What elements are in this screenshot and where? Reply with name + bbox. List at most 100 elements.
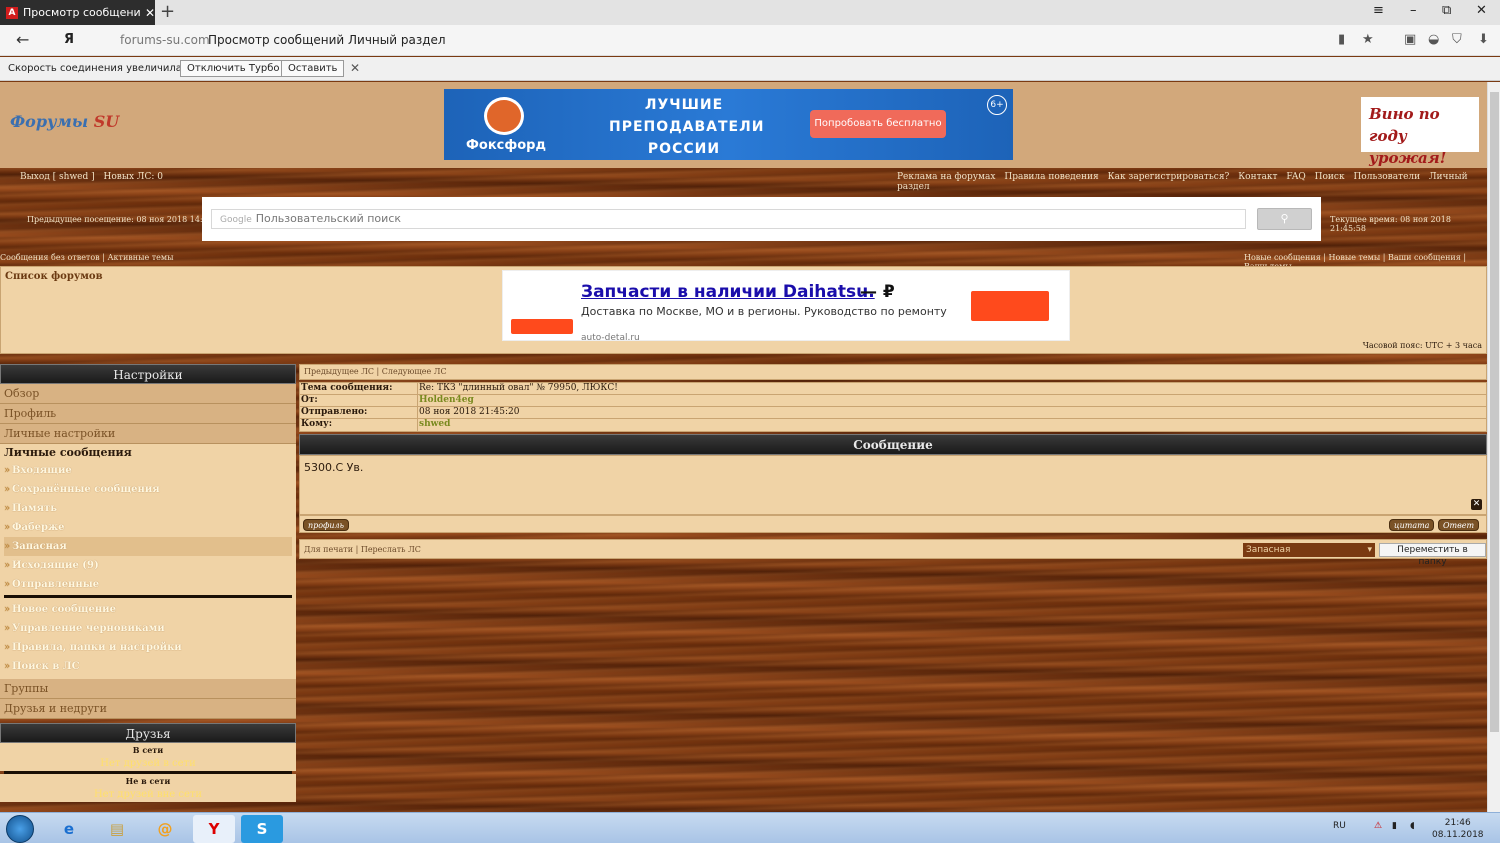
folder-faberge[interactable]: Фаберже (4, 518, 292, 537)
page-scrollbar[interactable] (1487, 82, 1500, 812)
reply-button[interactable]: Ответ (1438, 519, 1480, 531)
ie-icon[interactable]: e (48, 815, 90, 843)
friends-header: Друзья (0, 723, 296, 743)
folder-saved[interactable]: Сохранённые сообщения (4, 480, 292, 499)
restore-button[interactable]: ⧉ (1442, 3, 1451, 18)
sidebar-item-profile[interactable]: Профиль (0, 404, 296, 424)
friends-box: Друзья В сети Нет друзей в сети Не в сет… (0, 723, 296, 802)
pm-prev-next[interactable]: Предыдущее ЛС | Следующее ЛС (299, 364, 1487, 380)
folder-outbox[interactable]: Исходящие (9) (4, 556, 292, 575)
nav-contact[interactable]: Контакт (1238, 172, 1277, 182)
search-input[interactable]: Google Пользовательский поиск (211, 209, 1246, 229)
banner-headline: ЛУЧШИЕ ПРЕПОДАВАТЕЛИ РОССИИ (609, 94, 765, 160)
ucp-sidebar: Настройки Обзор Профиль Личные настройки… (0, 364, 296, 802)
scrollbar-thumb[interactable] (1490, 92, 1499, 732)
start-button[interactable] (6, 815, 34, 843)
browser-tab[interactable]: А Просмотр сообщений Л ✕ (0, 0, 155, 25)
infobar-close-icon[interactable]: ✕ (350, 61, 360, 75)
sidebar-item-prefs[interactable]: Личные настройки (0, 424, 296, 444)
pm-bottom-bar: Для печати | Переслать ЛС Запасная ▾ Пер… (299, 539, 1487, 567)
forum-index-link[interactable]: Список форумов (5, 271, 103, 282)
volume-icon[interactable]: ◖ (1410, 821, 1415, 831)
yandex-browser-icon[interactable]: Y (193, 815, 235, 843)
nav-register[interactable]: Как зарегистрироваться? (1108, 172, 1230, 182)
yandex-icon[interactable]: Я (64, 32, 74, 47)
ad-button[interactable] (971, 291, 1049, 321)
sidebar-item-groups[interactable]: Группы (0, 679, 296, 699)
delete-icon[interactable]: ✕ (1471, 499, 1482, 510)
sidebar-item-friends-foes[interactable]: Друзья и недруги (0, 699, 296, 719)
keep-turbo-button[interactable]: Оставить (281, 60, 345, 77)
bookmark-star-icon[interactable]: ★ (1362, 32, 1374, 47)
banner-cta-button[interactable]: Попробовать бесплатно (810, 110, 946, 138)
explorer-icon[interactable]: ▤ (96, 815, 138, 843)
to-user-link[interactable]: shwed (418, 419, 450, 431)
friends-offline: Не в сети Нет друзей вне сети (0, 774, 296, 802)
yandex-ad[interactable]: Запчасти в наличии Daihatsu. — ₽ Доставк… (502, 270, 1070, 343)
folder-select-value: Запасная (1246, 545, 1291, 555)
pm-search-link[interactable]: Поиск в ЛС (4, 657, 292, 676)
back-button[interactable]: ← (16, 30, 29, 49)
search-button[interactable]: ⚲ (1257, 208, 1312, 230)
site-logo[interactable]: Форумы SU (10, 112, 119, 131)
nav-users[interactable]: Пользователи (1353, 172, 1420, 182)
turbo-icon[interactable]: ◒ (1428, 32, 1439, 47)
signal-icon[interactable]: ▮ (1392, 821, 1397, 831)
settings-header: Настройки (0, 364, 296, 384)
minimize-button[interactable]: – (1410, 3, 1417, 18)
nav-faq[interactable]: FAQ (1286, 172, 1305, 182)
folder-inbox[interactable]: Входящие (4, 461, 292, 480)
close-window-button[interactable]: ✕ (1476, 3, 1487, 18)
chevron-down-icon: ▾ (1367, 545, 1372, 555)
nav-rules[interactable]: Правила поведения (1004, 172, 1098, 182)
banner-line-1: ЛУЧШИЕ (644, 97, 724, 113)
sidebar-item-overview[interactable]: Обзор (0, 384, 296, 404)
foxford-banner[interactable]: Фоксфорд ЛУЧШИЕ ПРЕПОДАВАТЕЛИ РОССИИ Поп… (444, 89, 1013, 160)
folder-reserve[interactable]: Запасная (4, 537, 292, 556)
folder-select[interactable]: Запасная ▾ (1243, 543, 1375, 557)
folder-sent[interactable]: Отправленные (4, 575, 292, 594)
profile-button[interactable]: профиль (303, 519, 349, 531)
turbo-infobar: Скорость соединения увеличилась. Отключи… (0, 57, 1500, 81)
folder-memory[interactable]: Память (4, 499, 292, 518)
system-clock[interactable]: 21:46 08.11.2018 (1432, 817, 1484, 841)
print-forward-links[interactable]: Для печати | Переслать ЛС (304, 545, 421, 554)
new-pm-link[interactable]: Новых ЛС: 0 (104, 172, 163, 182)
from-user-link[interactable]: Holden4eg (418, 395, 474, 406)
mail-icon[interactable]: @ (144, 815, 186, 843)
search-icon: ⚲ (1280, 212, 1289, 225)
skype-icon[interactable]: S (241, 815, 283, 843)
rules-folders-link[interactable]: Правила, папки и настройки (4, 638, 292, 657)
logout-link[interactable]: Выход [ shwed ] (20, 172, 95, 182)
disable-turbo-button[interactable]: Отключить Турбо (180, 60, 287, 77)
downloads-icon[interactable]: ⬇ (1478, 32, 1489, 47)
new-tab-button[interactable]: + (160, 2, 175, 22)
offline-none: Нет друзей вне сети (93, 789, 203, 800)
drafts-link[interactable]: Управление черновиками (4, 619, 292, 638)
last-visit: Предыдущее посещение: 08 ноя 2018 14:33:… (27, 215, 226, 224)
fox-logo-icon (484, 97, 524, 135)
wine-banner[interactable]: Вино по году урожая! (1361, 97, 1479, 167)
ad-headline[interactable]: Запчасти в наличии Daihatsu. (581, 282, 875, 302)
quote-button[interactable]: цитата (1389, 519, 1435, 531)
nav-search[interactable]: Поиск (1315, 172, 1345, 182)
tab-close-icon[interactable]: ✕ (145, 6, 155, 20)
wine-line-1: Вино по (1369, 105, 1440, 123)
language-indicator[interactable]: RU (1333, 821, 1346, 831)
move-to-folder-button[interactable]: Переместить в папку (1379, 543, 1486, 567)
adblock-shield-icon[interactable]: ⛉ (1452, 32, 1462, 47)
ad-url[interactable]: auto-detal.ru (581, 333, 640, 343)
banner-line-2: ПРЕПОДАВАТЕЛИ (609, 119, 765, 135)
tab-title: Просмотр сообщений Л (23, 6, 141, 19)
url-domain[interactable]: forums-su.com (120, 33, 210, 47)
nav-ads[interactable]: Реклама на форумах (897, 172, 996, 182)
quick-links-left[interactable]: Сообщения без ответов | Активные темы (0, 253, 174, 262)
new-message-link[interactable]: Новое сообщение (4, 600, 292, 619)
menu-icon[interactable]: ≡ (1373, 3, 1384, 18)
google-label: Google (220, 215, 252, 225)
network-icon[interactable]: ⚠ (1374, 821, 1382, 831)
url-page-title[interactable]: Просмотр сообщений Личный раздел (208, 33, 446, 47)
ad-price: — ₽ (860, 282, 895, 302)
lock-icon[interactable]: ▮ (1338, 32, 1345, 47)
extension-icon[interactable]: ▣ (1404, 32, 1416, 47)
